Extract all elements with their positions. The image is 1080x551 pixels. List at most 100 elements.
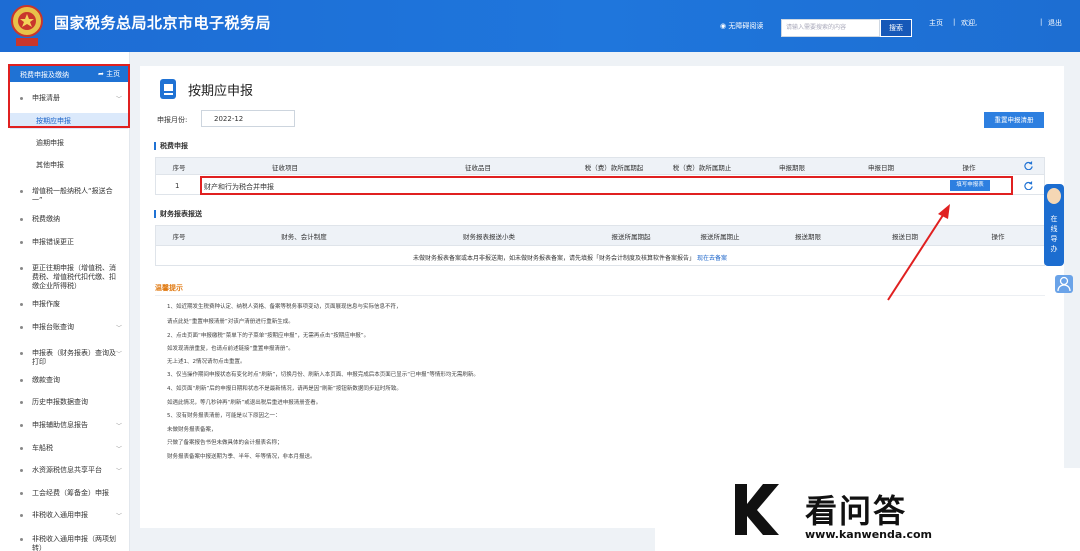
fin-empty-message: 未做财务报表备案或本月非报送期，如未做财务报表备案，请先填报「财务会计制度及核算… <box>413 255 696 262</box>
chevron-down-icon[interactable]: ﹀ <box>116 511 122 520</box>
column-header: 操作 <box>991 233 1005 241</box>
section-marker <box>154 210 156 218</box>
sidebar-item-label: 申报错误更正 <box>32 238 74 246</box>
search-button[interactable]: 搜索 <box>880 19 912 37</box>
bullet-icon <box>20 401 23 404</box>
column-header: 报送所属期止 <box>700 233 740 241</box>
bullet-icon <box>20 538 23 541</box>
bullet-icon <box>20 241 23 244</box>
sidebar-item-label: 逾期申报 <box>36 139 64 147</box>
sidebar-item-label: 非税收入通用申报 <box>32 511 88 519</box>
report-icon <box>160 79 176 99</box>
column-header: 报送期限 <box>795 233 821 241</box>
online-guide-button[interactable]: 在线导办 <box>1044 184 1064 266</box>
annotation-arrow <box>887 204 950 301</box>
home-link[interactable]: 主页 <box>929 18 943 28</box>
watermark-url: www.kanwenda.com <box>805 528 932 541</box>
column-header: 序号 <box>172 164 186 172</box>
column-header: 税（费）款所属期起 <box>584 164 644 172</box>
column-header: 财务报表报送小类 <box>463 233 515 241</box>
highlight-box-sidebar <box>8 64 130 128</box>
tip-line: 3、仅当操作期间申报状态有变化时点“刷新”，切换月份、刷新入本页面、申报完成后本… <box>167 372 479 378</box>
row-index: 1 <box>175 182 180 190</box>
column-header: 税（费）款所属期止 <box>672 164 732 172</box>
search-input[interactable] <box>781 19 880 37</box>
chevron-down-icon[interactable]: ﹀ <box>116 349 122 358</box>
column-header: 申报日期 <box>868 164 894 172</box>
sidebar-item-label: 增值税一般纳税人“报送合一” <box>32 187 113 204</box>
sidebar-item-label: 缴款查询 <box>32 376 60 384</box>
tip-line: 4、如页面“刷新”后的申报日期和状态不是最新情况，请再是因“刷新”按钮新数据同步… <box>167 386 402 392</box>
bullet-icon <box>20 303 23 306</box>
sidebar-item-label: 非税收入通用申报（两项划转） <box>32 535 116 551</box>
tips-title: 温馨提示 <box>155 284 183 292</box>
watermark: 看问答 www.kanwenda.com <box>655 468 1080 551</box>
user-icon[interactable] <box>1055 275 1073 293</box>
tax-emblem-icon <box>11 5 43 46</box>
tip-line: 2、点击页面“申报缴税”菜单下的子菜单“按期应申报”，无需再点击“按期应申报”。 <box>167 333 370 339</box>
bullet-icon <box>20 492 23 495</box>
sidebar-item-label: 更正往期申报（增值税、消费税、增值税代扣代缴、扣缴企业所得税） <box>32 264 116 290</box>
tip-line: 财务报表备案中报送期为季、半年、年等情况，非本月报送。 <box>167 454 316 460</box>
online-guide-label: 在线导办 <box>1050 215 1058 253</box>
column-header: 申报期限 <box>779 164 805 172</box>
tip-line: 未做财务报表备案， <box>167 427 217 433</box>
watermark-brand: 看问答 <box>805 492 908 530</box>
sidebar-item-label: 其他申报 <box>36 161 64 169</box>
fin-register-link[interactable]: 现在去备案 <box>697 255 727 262</box>
fin-section-title: 财务报表报送 <box>160 210 202 218</box>
sidebar-item-label: 车船税 <box>32 444 53 452</box>
column-header: 征收项目 <box>272 164 298 172</box>
chevron-down-icon[interactable]: ﹀ <box>116 466 122 475</box>
bullet-icon <box>20 352 23 355</box>
bullet-icon <box>20 447 23 450</box>
tip-line: 只做了备案报告书但未做具体的会计报表名称； <box>167 440 283 446</box>
agent-avatar <box>1047 188 1061 204</box>
fin-empty-text: 未做财务报表备案或本月非报送期，如未做财务报表备案，请先填报「财务会计制度及核算… <box>413 253 727 262</box>
accessibility-link[interactable]: ◉ 无障碍阅读 <box>720 21 763 31</box>
tip-line: 请点此处“重置申报清册”对该户清册进行重新生成。 <box>167 319 294 325</box>
sidebar-item-label: 申报表（财务报表）查询及打印 <box>32 349 116 366</box>
bullet-icon <box>20 424 23 427</box>
tax-section-title: 税费申报 <box>160 142 188 150</box>
column-header: 序号 <box>172 233 186 241</box>
column-header: 操作 <box>962 164 976 172</box>
chevron-down-icon[interactable]: ﹀ <box>116 444 122 453</box>
highlight-box-row <box>200 176 1013 195</box>
sidebar-item-label: 申报作废 <box>32 300 60 308</box>
chevron-down-icon[interactable]: ﹀ <box>116 421 122 430</box>
bullet-icon <box>20 326 23 329</box>
nav-separator: | <box>953 18 956 26</box>
bullet-icon <box>20 218 23 221</box>
column-header: 征收品目 <box>465 164 491 172</box>
sidebar-item-label: 申报辅助信息报告 <box>32 421 88 429</box>
column-header: 财务、会计制度 <box>281 233 327 241</box>
refresh-icon[interactable] <box>1024 181 1033 190</box>
column-header: 报送所属期起 <box>611 233 651 241</box>
bullet-icon <box>20 190 23 193</box>
section-marker <box>154 142 156 150</box>
chevron-down-icon[interactable]: ﹀ <box>116 323 122 332</box>
page-title: 按期应申报 <box>188 84 254 99</box>
nav-separator: | <box>1040 18 1043 26</box>
welcome-text: 欢迎, <box>961 19 978 27</box>
sidebar-item-label: 历史申报数据查询 <box>32 398 88 406</box>
sidebar-item-label: 工会经费（筹备金）申报 <box>32 489 109 497</box>
tip-line: 如遇此情况，等几秒钟再“刷新”或退出税后重进申报清册查看。 <box>167 400 322 406</box>
logout-link[interactable]: 退出 <box>1048 18 1062 28</box>
bullet-icon <box>20 379 23 382</box>
bullet-icon <box>20 469 23 472</box>
sidebar-item-label: 申报台账查询 <box>32 323 74 331</box>
reset-button[interactable]: 重置申报清册 <box>984 112 1044 128</box>
tip-line: 1、如近期发生税费种认定、纳税人资格、备案等税务事项变动，页面展现信息与实际信息… <box>167 304 402 310</box>
bullet-icon <box>20 267 23 270</box>
site-title: 国家税务总局北京市电子税务局 <box>54 14 272 32</box>
tip-line: 如发现清册重复，也请点前述链接“重置申报清册”。 <box>167 346 294 352</box>
tip-line: 无上述1、2情况请勿点击重置。 <box>167 359 246 365</box>
refresh-icon[interactable] <box>1024 161 1033 170</box>
period-input[interactable]: 2022-12 <box>201 110 295 127</box>
watermark-logo-icon <box>735 484 779 535</box>
sidebar-item-label: 税费缴纳 <box>32 215 60 223</box>
bullet-icon <box>20 514 23 517</box>
sidebar-item-label: 水资源税信息共享平台 <box>32 466 102 474</box>
